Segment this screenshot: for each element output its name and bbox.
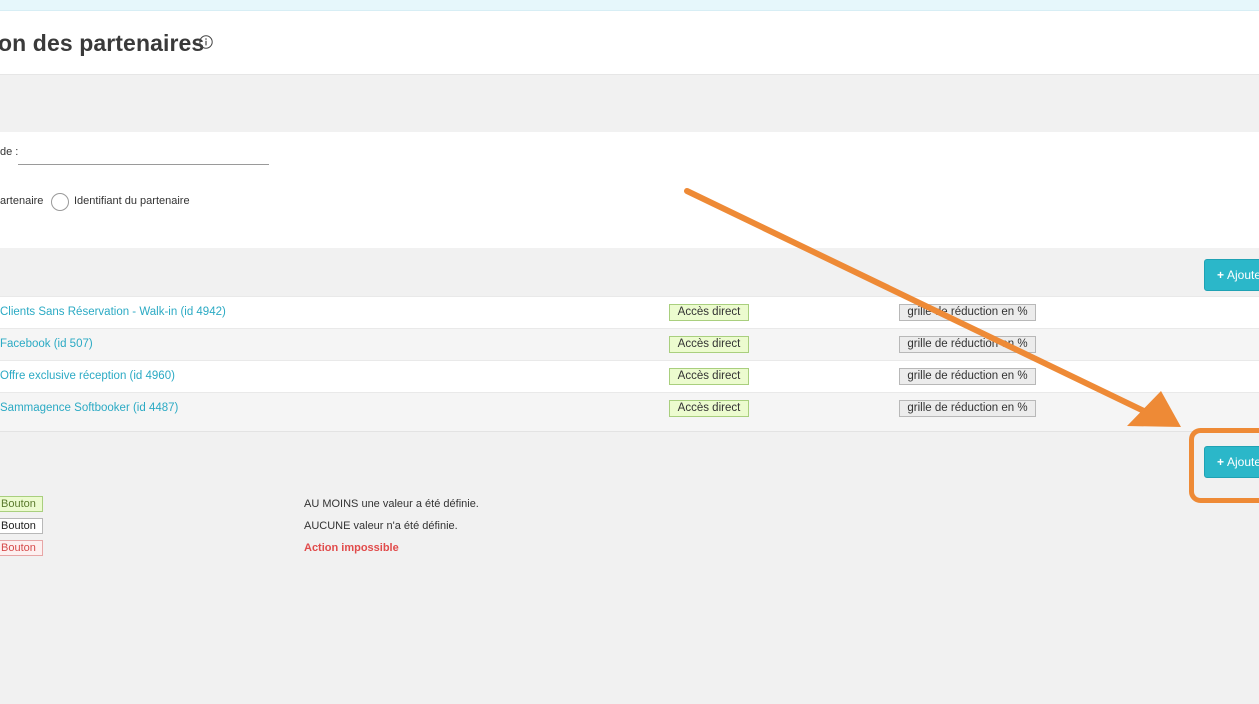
discount-grid-badge[interactable]: grille de réduction en % (899, 304, 1036, 321)
radio-label-partner-name: artenaire (0, 195, 44, 207)
plus-icon: + (1217, 268, 1225, 282)
partner-link[interactable]: Clients Sans Réservation - Walk-in (id 4… (0, 306, 226, 318)
partner-link[interactable]: Facebook (id 507) (0, 338, 93, 350)
top-bar (0, 0, 1259, 11)
table-row: Sammagence Softbooker (id 4487) Accès di… (0, 392, 1259, 432)
table-row: Facebook (id 507) Accès direct grille de… (0, 328, 1259, 360)
access-badge[interactable]: Accès direct (669, 400, 749, 417)
partner-link[interactable]: Offre exclusive réception (id 4960) (0, 370, 175, 382)
search-label: de : (0, 146, 19, 158)
legend-description-impossible: Action impossible (304, 542, 399, 554)
add-button-label: Ajoute (1227, 268, 1259, 282)
discount-grid-badge[interactable]: grille de réduction en % (899, 400, 1036, 417)
partner-link[interactable]: Sammagence Softbooker (id 4487) (0, 402, 178, 414)
partner-table: Clients Sans Réservation - Walk-in (id 4… (0, 296, 1259, 432)
access-badge[interactable]: Accès direct (669, 368, 749, 385)
radio-label-partner-id: Identifiant du partenaire (74, 195, 190, 207)
plus-icon: + (1217, 455, 1225, 469)
legend-badge-set: Bouton (0, 496, 43, 512)
access-badge[interactable]: Accès direct (669, 304, 749, 321)
page-title: on des partenaires (0, 30, 205, 56)
radio-partner-id[interactable] (51, 193, 69, 211)
access-badge[interactable]: Accès direct (669, 336, 749, 353)
discount-grid-badge[interactable]: grille de réduction en % (899, 336, 1036, 353)
table-row: Clients Sans Réservation - Walk-in (id 4… (0, 296, 1259, 328)
add-partner-button-bottom[interactable]: + Ajoute (1204, 446, 1259, 478)
discount-grid-badge[interactable]: grille de réduction en % (899, 368, 1036, 385)
legend-description-set: AU MOINS une valeur a été définie. (304, 498, 479, 510)
legend-badge-unset: Bouton (0, 518, 43, 534)
info-circle-icon[interactable] (199, 35, 213, 49)
legend-description-unset: AUCUNE valeur n'a été définie. (304, 520, 458, 532)
table-row: Offre exclusive réception (id 4960) Accè… (0, 360, 1259, 392)
search-input[interactable] (18, 142, 269, 165)
add-partner-button-top[interactable]: + Ajoute (1204, 259, 1259, 291)
legend-badge-impossible: Bouton (0, 540, 43, 556)
add-button-label: Ajoute (1227, 455, 1259, 469)
